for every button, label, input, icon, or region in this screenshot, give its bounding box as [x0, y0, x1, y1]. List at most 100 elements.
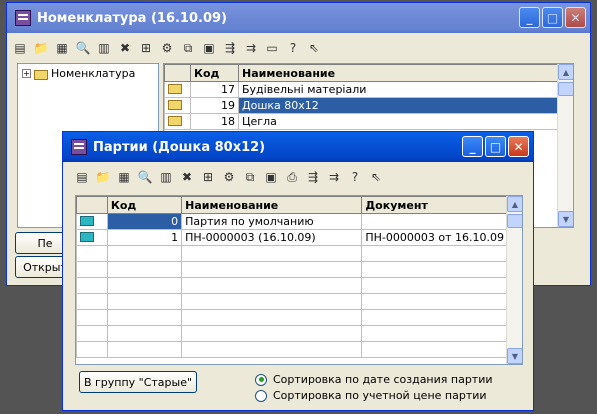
- column-header-code[interactable]: Код: [190, 64, 239, 82]
- folder-icon: [168, 116, 182, 126]
- batches-titlebar[interactable]: Партии (Дошка 80х12) _ □ ✕: [63, 132, 533, 162]
- row-document: [361, 213, 508, 230]
- batch-icon: [80, 232, 94, 242]
- table-row: [76, 245, 508, 262]
- scroll-down-icon[interactable]: ▼: [558, 211, 573, 227]
- tree-root-label[interactable]: Номенклатура: [51, 67, 135, 80]
- table-row[interactable]: 19 Дошка 80х12: [164, 97, 559, 114]
- document-icon[interactable]: ▣: [200, 39, 218, 57]
- new-folder-icon[interactable]: 📁: [94, 168, 112, 186]
- tree-expander[interactable]: +: [22, 69, 31, 78]
- batches-toolbar: ▤ 📁 ▦ 🔍 ▥ ✖ ⊞ ⚙ ⧉ ▣ ⎙ ⇶ ⇉ ? ⇖: [73, 164, 385, 190]
- table-row[interactable]: 18 Цегла: [164, 113, 559, 130]
- mark-icon[interactable]: ⊞: [137, 39, 155, 57]
- window-title: Партии (Дошка 80х12): [93, 139, 266, 155]
- help-icon[interactable]: ?: [284, 39, 302, 57]
- scroll-thumb[interactable]: [558, 82, 573, 96]
- vertical-scrollbar[interactable]: ▲ ▼: [506, 196, 522, 364]
- folder-icon: [34, 69, 48, 80]
- new-folder-icon[interactable]: 📁: [32, 39, 50, 57]
- radio-unselected-icon: [255, 389, 267, 402]
- row-name: Цегла: [238, 113, 559, 130]
- help-icon[interactable]: ?: [346, 168, 364, 186]
- maximize-button[interactable]: □: [485, 136, 506, 157]
- window-icon: [15, 10, 31, 26]
- table-row: [76, 325, 508, 342]
- column-header-code[interactable]: Код: [106, 196, 183, 214]
- table-row: [76, 293, 508, 310]
- sort-by-price-radio[interactable]: Сортировка по учетной цене партии: [255, 389, 487, 402]
- delete-row-icon[interactable]: ✖: [116, 39, 134, 57]
- nomenclature-toolbar: ▤ 📁 ▦ 🔍 ▥ ✖ ⊞ ⚙ ⧉ ▣ ⇶ ⇉ ▭ ? ⇖: [11, 35, 323, 61]
- folder-icon: [168, 100, 182, 110]
- table-row: [76, 261, 508, 278]
- filter-icon[interactable]: ⚙: [158, 39, 176, 57]
- move-to-group-button[interactable]: В группу "Старые": [79, 371, 197, 393]
- table-row: [76, 309, 508, 326]
- filter-icon[interactable]: ⚙: [220, 168, 238, 186]
- column-header-name[interactable]: Наименование: [181, 196, 363, 214]
- maximize-button[interactable]: □: [542, 7, 563, 28]
- close-button[interactable]: ✕: [508, 136, 529, 157]
- delete-row-icon[interactable]: ✖: [178, 168, 196, 186]
- column-header-name[interactable]: Наименование: [238, 64, 559, 82]
- tree-view-icon[interactable]: ⇶: [221, 39, 239, 57]
- row-document: ПН-0000003 от 16.10.09: [361, 229, 508, 246]
- row-code: 1: [106, 229, 183, 246]
- copy-row-icon[interactable]: ▦: [115, 168, 133, 186]
- new-row-icon[interactable]: ▤: [11, 39, 29, 57]
- batches-window: Партии (Дошка 80х12) _ □ ✕ ▤ 📁 ▦ 🔍 ▥ ✖ ⊞…: [62, 131, 534, 411]
- print-icon[interactable]: ⎙: [283, 168, 301, 186]
- edit-row-icon[interactable]: ▥: [157, 168, 175, 186]
- row-code: 17: [190, 81, 239, 98]
- hierarchy-icon[interactable]: ⇉: [242, 39, 260, 57]
- row-code: 19: [190, 97, 239, 114]
- row-code: 18: [190, 113, 239, 130]
- window-title: Номенклатура (16.10.09): [37, 10, 227, 26]
- copy-icon[interactable]: ⧉: [241, 168, 259, 186]
- row-name: ПН-0000003 (16.10.09): [181, 229, 363, 246]
- sort-by-date-radio[interactable]: Сортировка по дате создания партии: [255, 373, 493, 386]
- table-row: [76, 277, 508, 294]
- scroll-down-icon[interactable]: ▼: [507, 348, 522, 364]
- table-row: [76, 341, 508, 358]
- column-header-document[interactable]: Документ: [361, 196, 508, 214]
- scroll-up-icon[interactable]: ▲: [558, 64, 573, 80]
- scroll-thumb[interactable]: [507, 214, 522, 228]
- table-row[interactable]: 0 Партия по умолчанию: [76, 213, 508, 230]
- column-header-icon[interactable]: [164, 64, 191, 82]
- window-icon: [71, 139, 87, 155]
- row-name: Будівельні матеріали: [238, 81, 559, 98]
- sort-by-price-label: Сортировка по учетной цене партии: [273, 389, 487, 402]
- row-name: Дошка 80х12: [238, 97, 559, 114]
- document-icon[interactable]: ▣: [262, 168, 280, 186]
- table-row[interactable]: 17 Будівельні матеріали: [164, 81, 559, 98]
- nomenclature-table: Код Наименование 17 Будівельні матеріали…: [164, 64, 559, 130]
- minimize-button[interactable]: _: [462, 136, 483, 157]
- batch-icon: [80, 216, 94, 226]
- radio-selected-icon: [255, 373, 267, 386]
- new-row-icon[interactable]: ▤: [73, 168, 91, 186]
- copy-icon[interactable]: ⧉: [179, 39, 197, 57]
- find-icon[interactable]: 🔍: [136, 168, 154, 186]
- nomenclature-titlebar[interactable]: Номенклатура (16.10.09) _ □ ✕: [7, 3, 590, 33]
- monitor-icon[interactable]: ▭: [263, 39, 281, 57]
- context-help-icon[interactable]: ⇖: [367, 168, 385, 186]
- find-icon[interactable]: 🔍: [74, 39, 92, 57]
- tree-view-icon[interactable]: ⇶: [304, 168, 322, 186]
- vertical-scrollbar[interactable]: ▲ ▼: [557, 64, 573, 227]
- copy-row-icon[interactable]: ▦: [53, 39, 71, 57]
- row-name: Партия по умолчанию: [181, 213, 363, 230]
- folder-icon: [168, 84, 182, 94]
- table-row[interactable]: 1 ПН-0000003 (16.10.09) ПН-0000003 от 16…: [76, 229, 508, 246]
- batches-table: Код Наименование Документ 0 Партия по ум…: [76, 196, 508, 358]
- hierarchy-icon[interactable]: ⇉: [325, 168, 343, 186]
- scroll-up-icon[interactable]: ▲: [507, 196, 522, 212]
- mark-icon[interactable]: ⊞: [199, 168, 217, 186]
- edit-row-icon[interactable]: ▥: [95, 39, 113, 57]
- batches-grid[interactable]: Код Наименование Документ 0 Партия по ум…: [75, 195, 523, 365]
- column-header-icon[interactable]: [76, 196, 108, 214]
- minimize-button[interactable]: _: [519, 7, 540, 28]
- context-help-icon[interactable]: ⇖: [305, 39, 323, 57]
- close-button[interactable]: ✕: [565, 7, 586, 28]
